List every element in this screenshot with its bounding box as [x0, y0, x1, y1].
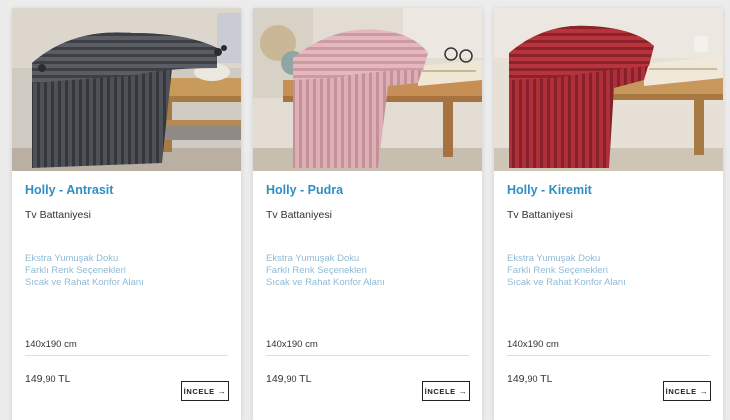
product-size: 140x190 cm — [266, 339, 318, 350]
price-cents: 90 — [45, 374, 56, 384]
price-cents: 90 — [527, 374, 538, 384]
price-cents: 90 — [286, 374, 297, 384]
product-image-pudra[interactable] — [253, 8, 482, 171]
inspect-button-label: İNCELE — [665, 386, 697, 396]
feature-item: Farklı Renk Seçenekleri — [507, 265, 608, 276]
inspect-button-label: İNCELE — [424, 386, 456, 396]
product-size: 140x190 cm — [507, 339, 559, 350]
product-card[interactable]: Holly - Pudra Tv Battaniyesi Ekstra Yumu… — [253, 8, 482, 420]
feature-item: Sıcak ve Rahat Konfor Alanı — [25, 277, 144, 288]
product-image-kiremit[interactable] — [494, 8, 723, 171]
product-price: 149,90 TL — [25, 373, 70, 385]
price-currency: TL — [55, 373, 71, 385]
product-grid: Holly - Antrasit Tv Battaniyesi Ekstra Y… — [12, 8, 724, 420]
price-currency: TL — [537, 373, 553, 385]
product-card[interactable]: Holly - Antrasit Tv Battaniyesi Ekstra Y… — [12, 8, 241, 420]
price-currency: TL — [296, 373, 312, 385]
price-main: 149, — [507, 373, 528, 385]
product-price: 149,90 TL — [507, 373, 552, 385]
inspect-button[interactable]: İNCELE → — [663, 381, 711, 401]
product-category: Tv Battaniyesi — [266, 209, 332, 221]
inspect-button[interactable]: İNCELE → — [422, 381, 470, 401]
feature-item: Ekstra Yumuşak Doku — [266, 253, 360, 264]
product-features: Ekstra Yumuşak Doku Farklı Renk Seçenekl… — [25, 253, 144, 289]
feature-item: Sıcak ve Rahat Konfor Alanı — [266, 277, 385, 288]
feature-item: Ekstra Yumuşak Doku — [25, 253, 119, 264]
product-features: Ekstra Yumuşak Doku Farklı Renk Seçenekl… — [507, 253, 626, 289]
divider — [507, 355, 710, 356]
price-main: 149, — [266, 373, 287, 385]
feature-item: Farklı Renk Seçenekleri — [266, 265, 367, 276]
price-main: 149, — [25, 373, 46, 385]
inspect-button[interactable]: İNCELE → — [181, 381, 229, 401]
product-category: Tv Battaniyesi — [25, 209, 91, 221]
feature-item: Sıcak ve Rahat Konfor Alanı — [507, 277, 626, 288]
divider — [266, 355, 469, 356]
product-size: 140x190 cm — [25, 339, 77, 350]
arrow-right-icon: → — [699, 386, 709, 396]
feature-item: Farklı Renk Seçenekleri — [25, 265, 126, 276]
product-card[interactable]: Holly - Kiremit Tv Battaniyesi Ekstra Yu… — [494, 8, 723, 420]
product-title[interactable]: Holly - Kiremit — [507, 183, 592, 197]
divider — [25, 355, 228, 356]
feature-item: Ekstra Yumuşak Doku — [507, 253, 601, 264]
product-image-antrasit[interactable] — [12, 8, 241, 171]
product-features: Ekstra Yumuşak Doku Farklı Renk Seçenekl… — [266, 253, 385, 289]
arrow-right-icon: → — [217, 386, 227, 396]
inspect-button-label: İNCELE — [183, 386, 215, 396]
product-price: 149,90 TL — [266, 373, 311, 385]
arrow-right-icon: → — [458, 386, 468, 396]
product-title[interactable]: Holly - Antrasit — [25, 183, 113, 197]
product-category: Tv Battaniyesi — [507, 209, 573, 221]
product-title[interactable]: Holly - Pudra — [266, 183, 343, 197]
